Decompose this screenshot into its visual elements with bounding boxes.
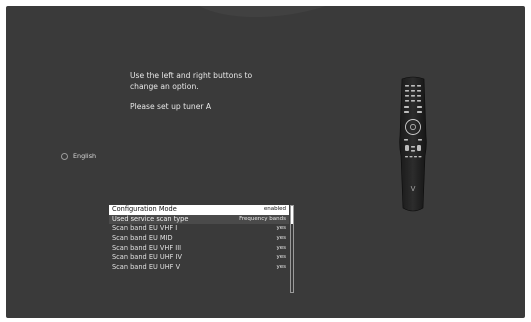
tuner-prompt: Please set up tuner A bbox=[130, 102, 212, 111]
tv-display: Use the left and right buttons to change… bbox=[6, 6, 525, 318]
remote-control-image: V bbox=[399, 76, 427, 212]
list-item-label: Used service scan type bbox=[112, 214, 189, 223]
list-item[interactable]: Scan band EU VHF I yes bbox=[109, 224, 289, 234]
list-item[interactable]: Scan band EU UHF V yes bbox=[109, 263, 289, 273]
list-item-value: Frequency bands bbox=[239, 215, 286, 222]
help-line-1: Use the left and right buttons to bbox=[130, 71, 253, 80]
list-item-label: Configuration Mode bbox=[112, 205, 177, 213]
tuner-settings-list: Configuration Mode enabled Used service … bbox=[109, 205, 289, 273]
list-item-value: enabled bbox=[263, 206, 286, 212]
list-item-label: Scan band EU UHF IV bbox=[112, 253, 183, 262]
help-text: Use the left and right buttons to change… bbox=[130, 70, 300, 112]
list-item-label: Scan band EU VHF I bbox=[112, 224, 178, 233]
list-scrollbar[interactable] bbox=[290, 205, 294, 293]
list-item-value: yes bbox=[276, 244, 286, 251]
list-item-label: Scan band EU VHF III bbox=[112, 243, 182, 252]
language-label: English bbox=[73, 152, 97, 160]
list-item[interactable]: Configuration Mode enabled bbox=[109, 205, 289, 215]
list-item[interactable]: Scan band EU UHF IV yes bbox=[109, 253, 289, 263]
language-option[interactable]: English bbox=[61, 152, 96, 160]
help-line-2: change an option. bbox=[130, 82, 199, 91]
radio-icon bbox=[61, 152, 68, 160]
list-item-label: Scan band EU UHF V bbox=[112, 263, 181, 272]
list-item-value: yes bbox=[276, 225, 286, 232]
list-item[interactable]: Scan band EU MID yes bbox=[109, 234, 289, 244]
list-item-label: Scan band EU MID bbox=[112, 234, 173, 243]
list-item-value: yes bbox=[276, 254, 286, 261]
list-item[interactable]: Scan band EU VHF III yes bbox=[109, 244, 289, 254]
list-item[interactable]: Used service scan type Frequency bands bbox=[109, 214, 289, 225]
list-item-value: yes bbox=[276, 235, 286, 242]
remote-logo: V bbox=[411, 185, 416, 193]
screen-glare bbox=[182, 6, 370, 26]
list-item-value: yes bbox=[276, 264, 286, 271]
screen: Use the left and right buttons to change… bbox=[0, 0, 531, 322]
scrollbar-thumb[interactable] bbox=[291, 206, 293, 224]
